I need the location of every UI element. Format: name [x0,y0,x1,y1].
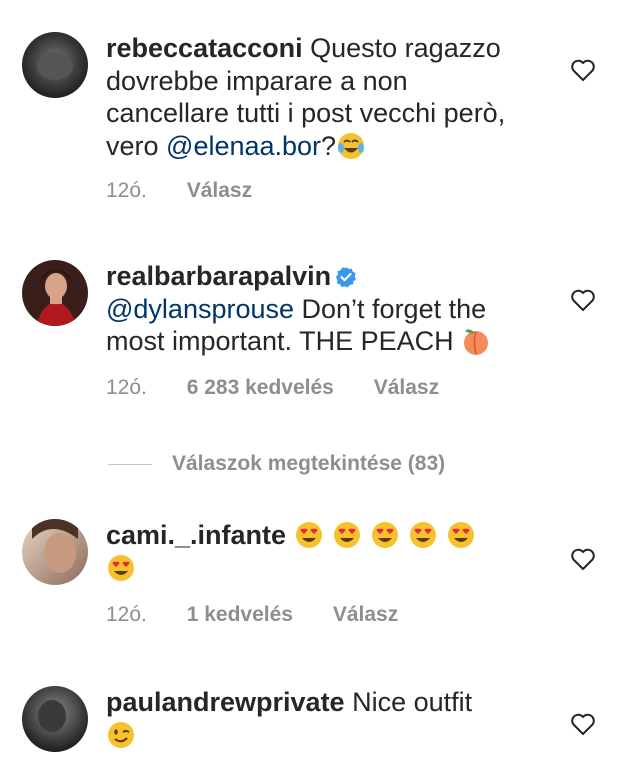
comment-timestamp: 12ó. [106,179,147,202]
comment-meta: 12ó. 6 283 kedvelés Válasz [106,376,473,400]
avatar[interactable] [22,32,88,98]
heart-outline-icon[interactable] [570,547,596,571]
likes-count[interactable]: 1 kedvelés [187,603,293,626]
heart-outline-icon[interactable] [570,288,596,312]
divider-line [108,463,152,465]
reply-button[interactable]: Válasz [187,179,252,202]
comment-body: cami._.infante [106,519,536,584]
view-replies-button[interactable]: Válaszok megtekintése (83) [108,449,445,479]
heart-eyes-emoji-icon [332,520,362,550]
comment-body: rebeccatacconi Questo ragazzo dovrebbe i… [106,32,536,162]
winking-face-emoji-icon [106,720,136,750]
comment-meta: 12ó. Válasz [106,179,286,203]
heart-eyes-emoji-icon [446,520,476,550]
heart-eyes-emoji-icon [294,520,324,550]
verified-badge-icon [335,263,357,288]
avatar[interactable] [22,260,88,326]
heart-eyes-emoji-icon [408,520,438,550]
reply-button[interactable]: Válasz [333,603,398,626]
avatar[interactable] [22,519,88,585]
peach-emoji-icon [461,326,491,356]
mention-link[interactable]: @elenaa.bor [166,131,321,161]
heart-eyes-emoji-icon [370,520,400,550]
comment-text: Nice outfit [352,687,473,717]
heart-eyes-emoji-icon [106,553,136,583]
comment-username[interactable]: rebeccatacconi [106,33,303,63]
comment-timestamp: 12ó. [106,376,147,399]
comment-username[interactable]: cami._.infante [106,520,286,550]
mention-link[interactable]: @dylansprouse [106,294,294,324]
avatar[interactable] [22,686,88,752]
comment-username[interactable]: realbarbarapalvin [106,261,331,291]
comment-body: realbarbarapalvin @dylansprouse Don’t fo… [106,260,536,358]
reply-button[interactable]: Válasz [374,376,439,399]
comment-body: paulandrewprivate Nice outfit [106,686,536,751]
tears-of-joy-emoji-icon [336,131,366,161]
heart-outline-icon[interactable] [570,712,596,736]
comment-username[interactable]: paulandrewprivate [106,687,345,717]
comment-text: ? [321,130,337,161]
view-replies-label: Válaszok megtekintése (83) [172,452,446,475]
likes-count[interactable]: 6 283 kedvelés [187,376,334,399]
comment-timestamp: 12ó. [106,603,147,626]
comment-meta: 12ó. 1 kedvelés Válasz [106,603,432,627]
heart-outline-icon[interactable] [570,58,596,82]
